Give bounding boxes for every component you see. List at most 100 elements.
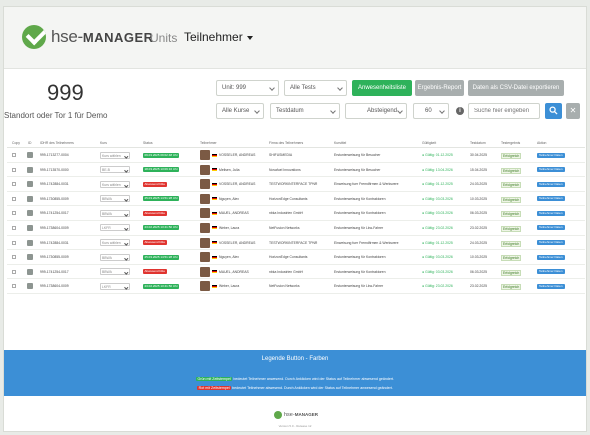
participant-id: 999-1741254-0017 (40, 269, 69, 274)
csv-export-button[interactable]: Daten als CSV-Datei exportieren (468, 80, 564, 96)
course-title: Erstunterweisung für Kontraktoren (334, 269, 386, 274)
row-id-icon (27, 195, 33, 202)
participant-data-button[interactable]: Teilnehmer Daten (537, 240, 565, 246)
sort-field-select[interactable]: Testdatum (270, 103, 340, 119)
participant-data-button[interactable]: Teilnehmer Daten (537, 196, 565, 202)
brand-logo-text[interactable]: hse-MANAGER (51, 27, 154, 47)
copy-checkbox[interactable] (12, 240, 16, 245)
brand-logo-icon[interactable] (22, 25, 46, 49)
tests-select[interactable]: Alle Tests (284, 80, 347, 96)
copy-checkbox[interactable] (12, 284, 16, 289)
copy-checkbox[interactable] (12, 153, 16, 157)
participant-id: 999-1713277-0004 (40, 153, 69, 157)
col-header-kurstitel[interactable]: Kurstitel (334, 141, 346, 145)
participant-company: SHIFUSMEDIA (269, 153, 293, 157)
col-header-copy: Copy (12, 141, 20, 145)
col-header-gueltigkeit[interactable]: Gültigkeit (422, 141, 436, 145)
nav-teilnehmer-dropdown[interactable]: Teilnehmer (184, 30, 253, 44)
participant-data-button[interactable]: Teilnehmer Daten (537, 254, 565, 260)
status-button[interactable]: 18.03.2025 13:09:16 Uhr (143, 167, 180, 173)
col-header-testergebnis[interactable]: Testergebnis (501, 141, 520, 145)
test-date: 23.02.2025 (470, 225, 487, 230)
participant-name: Meilsen, Julia (219, 167, 240, 172)
row-id-icon (27, 239, 33, 246)
status-button[interactable]: 23.02.2025 13:41:50 Uhr (143, 225, 180, 231)
legend-green-line: Grün mit Zeitstempel bedeutet Teilnehmer … (4, 377, 586, 381)
kurse-select[interactable]: Alle Kurse (216, 103, 264, 119)
copy-checkbox[interactable] (12, 211, 16, 216)
copy-checkbox[interactable] (12, 196, 16, 201)
row-id-icon (27, 268, 33, 275)
status-button[interactable]: 23.02.2025 13:41:50 Uhr (143, 283, 180, 289)
copy-checkbox[interactable] (12, 182, 16, 187)
copy-checkbox[interactable] (12, 255, 16, 260)
row-id-icon (27, 283, 33, 290)
kurs-select[interactable]: Kurs wählen (100, 151, 130, 159)
status-button[interactable]: 25.03.2025 14:51:28 Uhr (143, 196, 180, 202)
row-id-icon (27, 152, 33, 158)
search-input[interactable] (468, 103, 540, 119)
kurs-select[interactable]: BBWA (100, 268, 130, 276)
test-result: Erfolgreich (501, 211, 522, 218)
participant-data-button[interactable]: Teilnehmer Daten (537, 283, 565, 289)
col-header-kurs[interactable]: Kurs (100, 141, 107, 145)
validity: Gültig: 13.04.2026 (422, 168, 453, 172)
kurs-select[interactable]: LKFR (100, 282, 130, 290)
test-date: 15.04.2025 (470, 167, 487, 172)
participant-data-button[interactable]: Teilnehmer Daten (537, 167, 565, 173)
validity: Gültig: 01.12.2025 (422, 182, 453, 186)
col-header-firma[interactable]: Firma des Teilnehmers (269, 141, 303, 145)
copy-checkbox[interactable] (12, 225, 16, 230)
top-navbar: hse-MANAGER Units Teilnehmer (4, 7, 586, 69)
col-header-testdatum[interactable]: Testdatum (470, 141, 486, 145)
clear-search-button[interactable]: ✕ (566, 103, 580, 119)
participant-data-button[interactable]: Teilnehmer Daten (537, 152, 565, 158)
test-date: 06.03.2025 (470, 211, 487, 216)
unit-subtitle: Standort oder Tor 1 für Demo (4, 111, 108, 120)
participant-data-button[interactable]: Teilnehmer Daten (537, 181, 565, 187)
search-button[interactable] (545, 103, 562, 119)
kurs-select[interactable]: Kurs wählen (100, 180, 130, 188)
row-id-icon (27, 210, 33, 217)
kurs-select[interactable]: Kurs wählen (100, 239, 130, 247)
sort-direction-select[interactable]: Absteigend (345, 103, 407, 119)
col-header-status[interactable]: Status (143, 141, 153, 145)
status-button[interactable]: 25.03.2025 14:51:28 Uhr (143, 254, 180, 260)
table-header: Copy ID IDHR des Teilnehmers Kurs Status… (7, 138, 585, 148)
participant-data-button[interactable]: Teilnehmer Daten (537, 210, 565, 216)
kurs-select[interactable]: BBWA (100, 209, 130, 217)
copy-checkbox[interactable] (12, 269, 16, 274)
participant-data-button[interactable]: Teilnehmer Daten (537, 225, 565, 231)
kurs-select[interactable]: LKFR (100, 224, 130, 232)
status-button[interactable]: Abwesend bitte (143, 181, 167, 187)
course-title: Erstunterweisung für Kontraktoren (334, 196, 386, 201)
col-header-teilnehmer[interactable]: Teilnehmer (200, 141, 217, 145)
kurs-select[interactable]: BE-B (100, 166, 130, 174)
avatar (200, 281, 210, 292)
unit-select[interactable]: Unit: 999 (216, 80, 279, 96)
table-row: 999-1742884-0031 Kurs wählen Abwesend bitt… (7, 177, 585, 192)
participant-data-button[interactable]: Teilnehmer Daten (537, 269, 565, 275)
per-page-select[interactable]: 60 (413, 103, 449, 119)
legend-red-tag: Rot mit Zeitstempel (197, 386, 232, 390)
status-button[interactable]: Abwesend bitte (143, 210, 167, 216)
ergebnis-report-button[interactable]: Ergebnis-Report (415, 80, 464, 96)
info-icon[interactable]: i (456, 107, 464, 115)
anwesenheitsliste-button[interactable]: Anwesenheitsliste (352, 80, 412, 96)
validity: Gültig: 01.12.2025 (422, 153, 453, 157)
status-button[interactable]: Abwesend bitte (143, 269, 167, 275)
kurs-select[interactable]: BBWA (100, 253, 130, 261)
status-button[interactable]: Abwesend bitte (143, 240, 167, 246)
col-header-idhr[interactable]: IDHR des Teilnehmers (40, 141, 74, 145)
app-window: hse-MANAGER Units Teilnehmer 999 Standor… (3, 6, 587, 432)
validity: Gültig: 03.03.2026 (422, 270, 453, 274)
test-result: Erfolgreich (501, 284, 522, 291)
avatar (200, 237, 210, 248)
nav-units-link[interactable]: Units (150, 31, 177, 45)
table-row: 999-1738604-0009 LKFR 23.02.2025 13:41:50 … (7, 279, 585, 294)
copy-checkbox[interactable] (12, 167, 16, 172)
flag-icon (212, 284, 217, 288)
flag-icon (212, 270, 217, 274)
kurs-select[interactable]: BBWA (100, 195, 130, 203)
status-button[interactable]: 09.03.2025 09:02:48 Uhr (143, 152, 180, 158)
